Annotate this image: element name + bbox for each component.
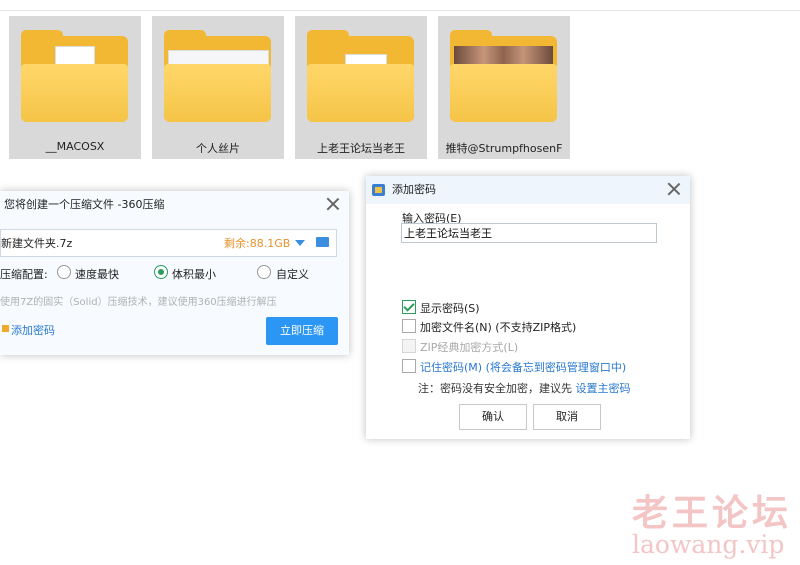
remember-password-checkbox[interactable]: [402, 359, 416, 373]
radio-custom-label[interactable]: 自定义: [276, 266, 309, 282]
folder-name: __MACOSX: [45, 140, 105, 153]
folder-tile-laowang[interactable]: 上老王论坛当老王: [295, 16, 427, 159]
compress-config-label: 压缩配置:: [0, 268, 48, 281]
zip-classic-checkbox: [402, 339, 416, 353]
remember-password-label[interactable]: 记住密码(M) (将会备忘到密码管理窗口中): [420, 359, 626, 375]
zip-classic-label: ZIP经典加密方式(L): [420, 341, 519, 354]
show-password-checkbox[interactable]: [402, 300, 416, 314]
folder-tile-twitter[interactable]: 推特@StrumpfhosenF: [438, 16, 570, 159]
compress-now-button[interactable]: 立即压缩: [266, 317, 338, 345]
close-icon[interactable]: [325, 196, 341, 212]
radio-custom[interactable]: [257, 265, 271, 279]
compress-hint: 使用7Z的固实（Solid）压缩技术，建议使用360压缩进行解压: [0, 297, 277, 308]
encrypt-filenames-label[interactable]: 加密文件名(N) (不支持ZIP格式): [420, 319, 576, 335]
chevron-down-icon[interactable]: [295, 240, 305, 246]
radio-smallest-label[interactable]: 体积最小: [172, 266, 216, 282]
folder-tile-personal[interactable]: 个人丝片: [152, 16, 284, 159]
radio-smallest[interactable]: [154, 265, 168, 279]
folder-icon: [307, 30, 414, 126]
lock-icon: [2, 325, 9, 332]
top-divider: [0, 0, 800, 11]
folder-name: 上老王论坛当老王: [317, 142, 405, 155]
security-note-text: 注：密码没有安全加密，建议先: [418, 382, 576, 395]
compress-dialog-title: 您将创建一个压缩文件 -360压缩: [4, 198, 165, 211]
password-input[interactable]: 上老王论坛当老王: [401, 223, 657, 243]
compress-dialog: 您将创建一个压缩文件 -360压缩 新建文件夹.7z 剩余:88.1GB 压缩配…: [0, 191, 349, 355]
radio-fastest[interactable]: [57, 265, 71, 279]
show-password-label[interactable]: 显示密码(S): [420, 300, 480, 316]
confirm-button[interactable]: 确认: [459, 404, 527, 430]
folder-name: 个人丝片: [196, 142, 240, 155]
archive-path-field[interactable]: 新建文件夹.7z 剩余:88.1GB: [0, 229, 337, 257]
folder-browse-icon[interactable]: [316, 237, 329, 247]
folder-icon: [21, 30, 128, 126]
folder-name: 推特@StrumpfhosenF: [445, 142, 563, 155]
set-master-password-link[interactable]: 设置主密码: [576, 382, 631, 395]
password-dialog: 添加密码 输入密码(E) 上老王论坛当老王 显示密码(S) 加密文件名(N) (…: [366, 176, 690, 439]
password-dialog-title: 添加密码: [366, 176, 690, 204]
archive-filename[interactable]: 新建文件夹.7z: [1, 235, 72, 251]
free-space: 剩余:88.1GB: [224, 237, 291, 250]
folder-tile-macosx[interactable]: __MACOSX: [9, 16, 141, 159]
add-password-link[interactable]: 添加密码: [11, 322, 55, 338]
security-note: 注：密码没有安全加密，建议先 设置主密码: [418, 380, 631, 396]
radio-fastest-label[interactable]: 速度最快: [75, 266, 119, 282]
cancel-button[interactable]: 取消: [533, 404, 601, 430]
watermark-url: laowang.vip: [632, 530, 785, 559]
archive-app-icon: [372, 184, 385, 196]
folder-icon: [164, 30, 271, 126]
watermark-title: 老王论坛: [632, 492, 793, 534]
encrypt-filenames-checkbox[interactable]: [402, 319, 416, 333]
close-icon[interactable]: [666, 181, 682, 197]
folder-icon: [450, 30, 557, 126]
